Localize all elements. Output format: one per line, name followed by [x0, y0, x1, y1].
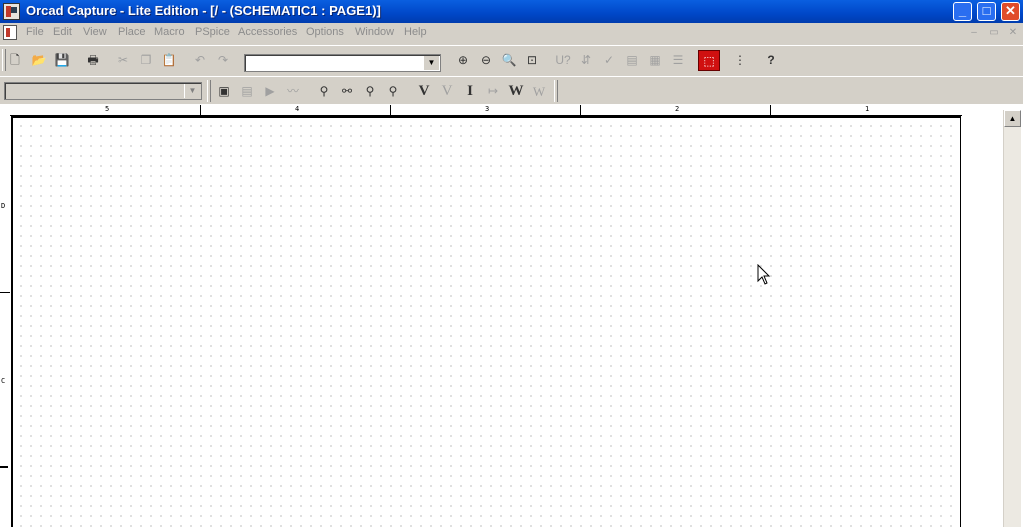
bill-of-materials-icon[interactable]: ☰: [667, 50, 689, 71]
chevron-down-icon[interactable]: ▼: [423, 56, 439, 70]
view-simulation-results-icon[interactable]: 〰: [282, 81, 304, 102]
ruler-tick: [0, 466, 8, 468]
menu-file[interactable]: File: [26, 26, 44, 38]
menu-options[interactable]: Options: [306, 26, 344, 38]
edit-simulation-settings-icon[interactable]: ▤: [236, 81, 258, 102]
ruler-tick: [770, 105, 771, 115]
new-simulation-profile-icon[interactable]: ▣: [213, 81, 235, 102]
redo-icon[interactable]: ↷: [212, 50, 234, 71]
top-border-ruler: 5 4 3 2 1: [10, 105, 962, 116]
ruler-tick: [200, 105, 201, 115]
zoom-area-icon[interactable]: 🔍: [498, 50, 520, 71]
cut-icon[interactable]: ✂: [112, 50, 134, 71]
ruler-label: D: [1, 202, 6, 210]
menu-bar: File Edit View Place Macro PSpice Access…: [0, 23, 1023, 43]
chevron-down-icon[interactable]: ▼: [184, 84, 200, 98]
standard-toolbar: 🗋 📂 💾 🖶 ✂ ❐ 📋 ↶ ↷ ▼ ⊕ ⊖ 🔍 ⊡ U? ⇵ ✓ ▤ ▦ ☰…: [0, 45, 1023, 75]
back-annotate-icon[interactable]: ⇵: [575, 50, 597, 71]
zoom-all-icon[interactable]: ⊡: [521, 50, 543, 71]
menu-window[interactable]: Window: [355, 26, 394, 38]
monte-carlo-icon[interactable]: ⚲: [382, 81, 404, 102]
part-combo[interactable]: ▼: [244, 54, 441, 72]
pspice-toolbar: ▼ ▣ ▤ ▶ 〰 ⚲ ⚯ ⚲ ⚲ V V I ↦ W W: [0, 76, 1023, 104]
ruler-label: 2: [675, 105, 680, 113]
mouse-pointer-icon: [757, 264, 771, 285]
scroll-up-icon[interactable]: ▲: [1004, 110, 1021, 127]
window-title: Orcad Capture - Lite Edition - [/ - (SCH…: [26, 3, 381, 18]
advanced-analysis-icon[interactable]: ⚲: [313, 81, 335, 102]
ruler-label: 4: [295, 105, 300, 113]
paste-icon[interactable]: 📋: [158, 50, 180, 71]
app-icon[interactable]: [3, 3, 20, 20]
current-marker-icon[interactable]: I: [459, 81, 481, 102]
ruler-label: 3: [485, 105, 490, 113]
help-icon[interactable]: ?: [760, 50, 782, 71]
toolbar-separator: [554, 80, 558, 102]
run-pspice-icon[interactable]: ▶: [259, 81, 281, 102]
drc-icon[interactable]: ✓: [598, 50, 620, 71]
schematic-workspace[interactable]: 5 4 3 2 1 D C ▲: [0, 104, 1023, 527]
menu-pspice[interactable]: PSpice: [195, 26, 230, 38]
print-icon[interactable]: 🖶: [82, 50, 104, 71]
zoom-in-icon[interactable]: ⊕: [452, 50, 474, 71]
vertical-scrollbar[interactable]: ▲: [1003, 110, 1021, 527]
open-icon[interactable]: 📂: [28, 50, 50, 71]
save-icon[interactable]: 💾: [51, 50, 73, 71]
voltage-marker-icon[interactable]: V: [413, 81, 435, 102]
schematic-page[interactable]: [11, 116, 961, 527]
menu-macro[interactable]: Macro: [154, 26, 185, 38]
menu-place[interactable]: Place: [118, 26, 146, 38]
power-marker-icon[interactable]: W: [505, 81, 527, 102]
menu-help[interactable]: Help: [404, 26, 427, 38]
minimize-button[interactable]: _: [953, 2, 972, 21]
menu-accessories[interactable]: Accessories: [238, 26, 297, 38]
parametric-icon[interactable]: ⚯: [336, 81, 358, 102]
mdi-restore-button[interactable]: ▭: [988, 27, 1000, 38]
project-manager-icon[interactable]: ⋮: [729, 50, 751, 71]
mdi-close-button[interactable]: ✕: [1007, 27, 1019, 38]
new-icon[interactable]: 🗋: [4, 50, 26, 71]
differential-marker-icon[interactable]: V: [436, 81, 458, 102]
snap-to-grid-icon[interactable]: ⬚: [698, 50, 720, 71]
copy-icon[interactable]: ❐: [135, 50, 157, 71]
ruler-tick: [580, 105, 581, 115]
enable-bias-icon[interactable]: W: [528, 81, 550, 102]
menu-view[interactable]: View: [83, 26, 107, 38]
undo-icon[interactable]: ↶: [189, 50, 211, 71]
toolbar-grip[interactable]: [207, 80, 211, 102]
side-border-ruler: D C: [0, 116, 10, 527]
ruler-label: 1: [865, 105, 870, 113]
ruler-label: C: [1, 377, 6, 385]
maximize-button[interactable]: □: [977, 2, 996, 21]
ruler-tick: [390, 105, 391, 115]
title-bar: Orcad Capture - Lite Edition - [/ - (SCH…: [0, 0, 1023, 23]
menu-edit[interactable]: Edit: [53, 26, 72, 38]
simulation-profile-combo[interactable]: ▼: [4, 82, 202, 100]
bias-current-icon[interactable]: ↦: [482, 81, 504, 102]
cross-reference-icon[interactable]: ▦: [644, 50, 666, 71]
sensitivity-icon[interactable]: ⚲: [359, 81, 381, 102]
zoom-out-icon[interactable]: ⊖: [475, 50, 497, 71]
close-button[interactable]: ✕: [1001, 2, 1020, 21]
ruler-tick: [0, 292, 10, 293]
document-icon[interactable]: [3, 25, 17, 40]
netlist-icon[interactable]: ▤: [621, 50, 643, 71]
annotate-icon[interactable]: U?: [552, 50, 574, 71]
mdi-minimize-button[interactable]: –: [968, 27, 980, 38]
ruler-label: 5: [105, 105, 110, 113]
